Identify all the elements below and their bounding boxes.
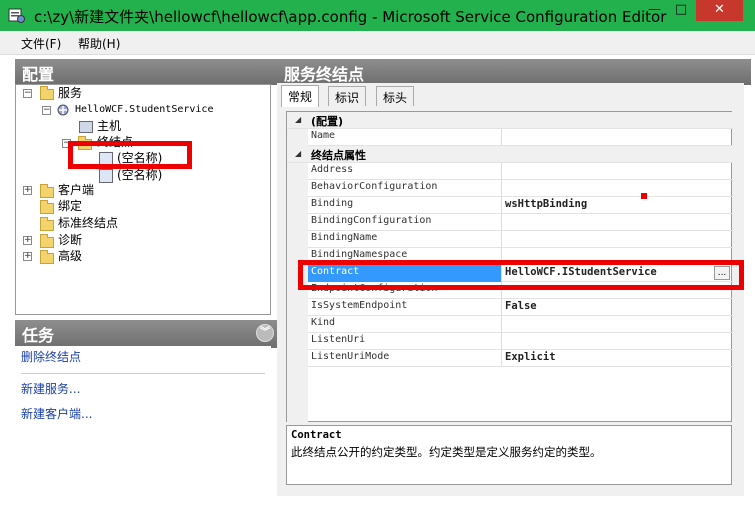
tree-item-bindings[interactable]: 绑定 [58, 198, 82, 214]
property-row[interactable]: Address [287, 163, 733, 180]
config-tree[interactable]: − 服务 − HelloWCF.StudentService 主机 − 终结点 … [15, 84, 271, 315]
window-title: c:\zy\新建文件夹\hellowcf\hellowcf\app.config… [34, 8, 667, 26]
grid-gutter [287, 367, 308, 422]
property-row[interactable]: ListenUri [287, 333, 733, 350]
annotation-box [298, 260, 744, 290]
tree-item-advanced[interactable]: 高级 [58, 248, 82, 264]
divider [21, 373, 265, 374]
tab-general[interactable]: 常规 [281, 85, 320, 107]
app-icon [8, 7, 25, 24]
endpoint-header: 服务终结点 [277, 59, 751, 85]
property-row[interactable]: IsSystemEndpoint False [287, 299, 733, 316]
maximize-button[interactable]: □ [668, 0, 694, 21]
folder-icon [40, 86, 54, 100]
annotation-box [68, 141, 192, 169]
collapse-icon[interactable]: ◢ [295, 149, 301, 158]
property-row[interactable]: Name [287, 129, 733, 146]
folder-icon [40, 234, 54, 248]
description-text: 此终结点公开的约定类型。约定类型是定义服务约定的类型。 [291, 445, 602, 459]
expand-icon[interactable]: + [23, 186, 32, 195]
property-row[interactable]: Binding wsHttpBinding [287, 197, 733, 214]
menu-file[interactable]: 文件(F) [21, 35, 61, 52]
host-icon [79, 121, 93, 133]
menu-help[interactable]: 帮助(H) [78, 35, 120, 52]
tree-item-service[interactable]: HelloWCF.StudentService [75, 102, 213, 118]
folder-icon [40, 250, 54, 264]
expand-icon[interactable]: + [23, 236, 32, 245]
collapse-panel-icon[interactable]: ︾ [256, 324, 274, 342]
task-new-service[interactable]: 新建服务... [21, 380, 80, 397]
property-row[interactable]: BindingName [287, 231, 733, 248]
annotation-marker [641, 193, 647, 199]
tasks-title: 任务 [22, 326, 55, 345]
property-row[interactable]: Kind [287, 316, 733, 333]
collapse-icon[interactable]: ◢ [295, 115, 301, 124]
tree-item-diagnostics[interactable]: 诊断 [58, 232, 82, 248]
collapse-icon[interactable]: − [42, 106, 51, 115]
property-row[interactable]: ListenUriMode Explicit [287, 350, 733, 367]
task-delete-endpoint[interactable]: 删除终结点 [21, 348, 81, 365]
title-bar: c:\zy\新建文件夹\hellowcf\hellowcf\app.config… [0, 0, 755, 31]
property-row[interactable]: BehaviorConfiguration [287, 180, 733, 197]
category-endpoint-props[interactable]: ◢ 终结点属性 [287, 146, 733, 163]
tree-item-endpoint-2[interactable]: (空名称) [117, 167, 162, 183]
tab-identity[interactable]: 标识 [328, 86, 367, 106]
tree-item-client[interactable]: 客户端 [58, 182, 94, 198]
category-config[interactable]: ◢ (配置) [287, 112, 733, 129]
tree-item-host[interactable]: 主机 [97, 118, 121, 134]
description-title: Contract [291, 429, 342, 441]
tree-item-standard-endpoints[interactable]: 标准终结点 [58, 215, 118, 231]
folder-icon [40, 200, 54, 214]
folder-icon [40, 217, 54, 231]
collapse-icon[interactable]: − [23, 89, 32, 98]
tasks-panel: 删除终结点 新建服务... 新建客户端... [15, 346, 271, 496]
property-row[interactable]: BindingConfiguration [287, 214, 733, 231]
description-panel: Contract 此终结点公开的约定类型。约定类型是定义服务约定的类型。 [286, 425, 732, 485]
menu-bar: 文件(F) 帮助(H) [0, 31, 755, 55]
service-icon [56, 102, 70, 116]
folder-icon [40, 184, 54, 198]
tasks-header: 任务 ︾ [15, 320, 278, 348]
close-button[interactable]: ✕ [696, 0, 743, 21]
config-header: 配置 [15, 59, 278, 85]
tab-headers[interactable]: 标头 [376, 86, 415, 106]
tree-item-services[interactable]: 服务 [58, 85, 82, 101]
expand-icon[interactable]: + [23, 252, 32, 261]
endpoint-icon [99, 169, 113, 183]
minimize-button[interactable]: — [641, 0, 668, 21]
task-new-client[interactable]: 新建客户端... [21, 405, 92, 422]
